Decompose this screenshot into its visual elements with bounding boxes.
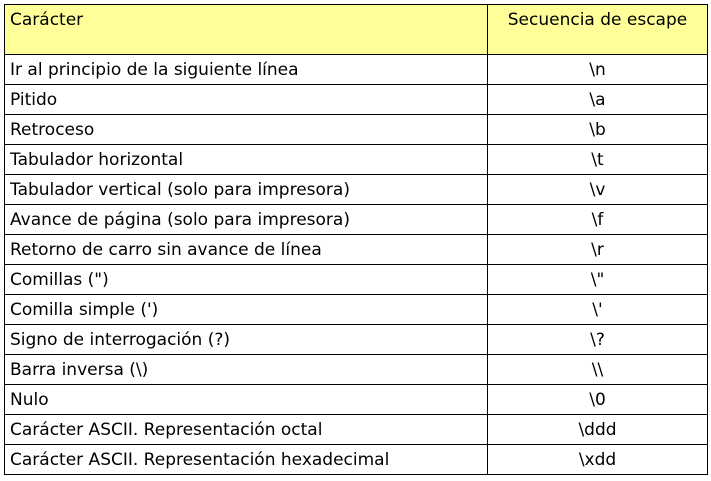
row-escape-code: \ddd <box>487 414 708 445</box>
row-escape-code: \v <box>487 174 708 205</box>
table-row: Ir al principio de la siguiente línea \n <box>4 54 708 85</box>
row-escape-code: \f <box>487 204 708 235</box>
row-escape-code: \a <box>487 84 708 115</box>
table-row: Comillas (") \" <box>4 264 708 295</box>
row-escape-code: \t <box>487 144 708 175</box>
row-description: Tabulador horizontal <box>4 144 488 175</box>
row-description: Carácter ASCII. Representación hexadecim… <box>4 444 488 475</box>
row-description: Avance de página (solo para impresora) <box>4 204 488 235</box>
row-description: Barra inversa (\) <box>4 354 488 385</box>
table-row: Pitido \a <box>4 84 708 115</box>
table-row: Nulo \0 <box>4 384 708 415</box>
escape-sequence-table: Carácter Secuencia de escape Ir al princ… <box>4 4 708 475</box>
table-row: Retroceso \b <box>4 114 708 145</box>
row-description: Nulo <box>4 384 488 415</box>
header-escape-sequence: Secuencia de escape <box>487 4 708 55</box>
row-escape-code: \\ <box>487 354 708 385</box>
table-header-row: Carácter Secuencia de escape <box>4 4 708 55</box>
header-character: Carácter <box>4 4 488 55</box>
table-row: Tabulador vertical (solo para impresora)… <box>4 174 708 205</box>
row-escape-code: \r <box>487 234 708 265</box>
table-row: Signo de interrogación (?) \? <box>4 324 708 355</box>
row-description: Tabulador vertical (solo para impresora) <box>4 174 488 205</box>
table-row: Retorno de carro sin avance de línea \r <box>4 234 708 265</box>
row-escape-code: \b <box>487 114 708 145</box>
row-description: Comilla simple (') <box>4 294 488 325</box>
row-escape-code: \" <box>487 264 708 295</box>
table-row: Comilla simple (') \' <box>4 294 708 325</box>
escape-sequence-table-container: Carácter Secuencia de escape Ir al princ… <box>4 4 708 475</box>
table-row: Carácter ASCII. Representación octal \dd… <box>4 414 708 445</box>
row-description: Carácter ASCII. Representación octal <box>4 414 488 445</box>
row-escape-code: \0 <box>487 384 708 415</box>
row-description: Retroceso <box>4 114 488 145</box>
table-row: Avance de página (solo para impresora) \… <box>4 204 708 235</box>
table-row: Tabulador horizontal \t <box>4 144 708 175</box>
row-description: Ir al principio de la siguiente línea <box>4 54 488 85</box>
row-description: Comillas (") <box>4 264 488 295</box>
row-escape-code: \' <box>487 294 708 325</box>
row-escape-code: \n <box>487 54 708 85</box>
row-description: Signo de interrogación (?) <box>4 324 488 355</box>
table-row: Carácter ASCII. Representación hexadecim… <box>4 444 708 475</box>
row-escape-code: \? <box>487 324 708 355</box>
table-row: Barra inversa (\) \\ <box>4 354 708 385</box>
row-description: Retorno de carro sin avance de línea <box>4 234 488 265</box>
row-description: Pitido <box>4 84 488 115</box>
row-escape-code: \xdd <box>487 444 708 475</box>
